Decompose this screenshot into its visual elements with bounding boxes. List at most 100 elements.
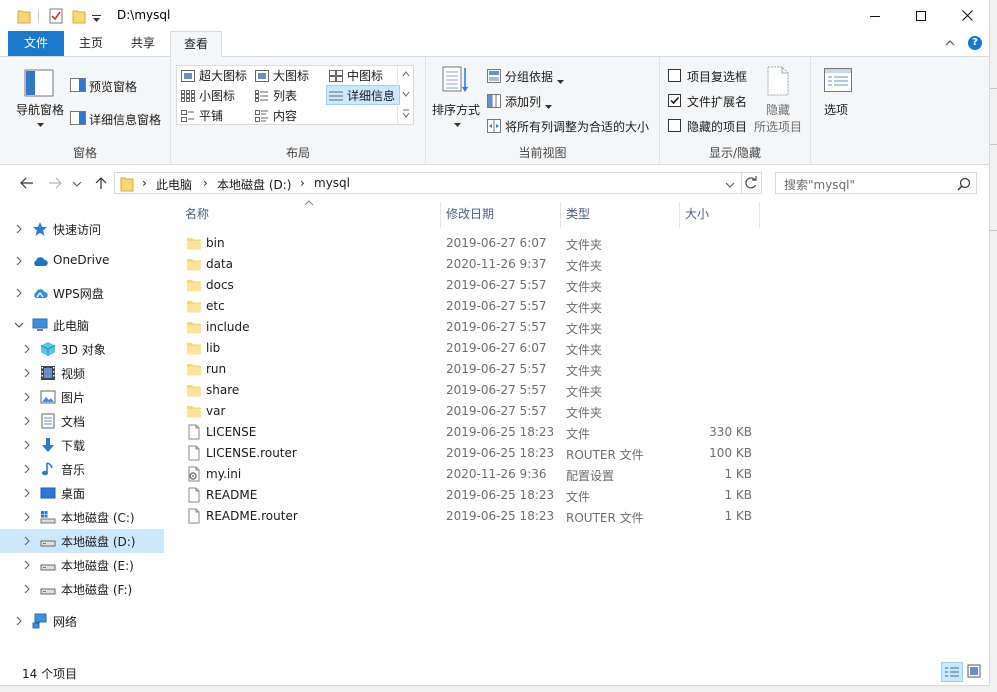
breadcrumb-separator-icon[interactable]: › <box>203 176 208 190</box>
table-row[interactable]: file-iconLICENSE2019-06-25 18:23文件330 KB <box>182 422 762 443</box>
table-row[interactable]: folder-iconinclude2019-06-27 5:57文件夹 <box>182 317 762 338</box>
layout-gallery-scroll[interactable] <box>397 66 413 124</box>
properties-icon[interactable] <box>49 8 63 24</box>
column-header-type[interactable]: 类型 <box>566 206 676 228</box>
address-bar[interactable]: › 此电脑 › 本地磁盘 (D:) › mysql <box>114 172 742 194</box>
layout-details[interactable]: 详细信息 <box>326 85 400 105</box>
search-icon[interactable] <box>957 177 971 194</box>
table-row[interactable]: folder-iconbin2019-06-27 6:07文件夹 <box>182 233 762 254</box>
back-button[interactable] <box>19 176 35 190</box>
breadcrumb-mysql[interactable]: mysql <box>314 176 350 190</box>
hide-selected-button[interactable]: 隐藏 <box>766 101 790 118</box>
table-row[interactable]: file-iconREADME2019-06-25 18:23文件1 KB <box>182 485 762 506</box>
column-divider[interactable] <box>560 202 561 228</box>
tab-share[interactable]: 共享 <box>118 31 168 56</box>
layout-extra-large-icons[interactable]: 超大图标 <box>179 66 247 86</box>
layout-list[interactable]: 列表 <box>253 86 297 106</box>
collapse-ribbon-chevron-icon[interactable] <box>944 37 956 49</box>
chevron-right-icon[interactable] <box>22 416 32 426</box>
layout-large-icons[interactable]: 大图标 <box>253 66 309 86</box>
breadcrumb-separator-icon[interactable]: › <box>300 176 305 190</box>
table-row[interactable]: folder-iconrun2019-06-27 5:57文件夹 <box>182 359 762 380</box>
chevron-right-icon[interactable] <box>22 344 32 354</box>
group-by-button[interactable]: 分组依据 <box>505 68 553 85</box>
refresh-button[interactable] <box>742 172 762 194</box>
minimize-button[interactable] <box>852 0 898 31</box>
table-row[interactable]: folder-icondocs2019-06-27 5:57文件夹 <box>182 275 762 296</box>
table-row[interactable]: settings-file-iconmy.ini2020-11-26 9:36配… <box>182 464 762 485</box>
chevron-right-icon[interactable] <box>14 256 24 266</box>
nav-item-documents[interactable]: 文档 <box>0 409 164 433</box>
breadcrumb-drive-d[interactable]: 本地磁盘 (D:) <box>217 176 291 193</box>
help-icon[interactable]: ? <box>968 36 982 50</box>
tab-file[interactable]: 文件 <box>8 31 64 56</box>
nav-item-drive-c[interactable]: 本地磁盘 (C:) <box>0 505 164 529</box>
layout-content[interactable]: 内容 <box>253 106 297 126</box>
breadcrumb-this-pc[interactable]: 此电脑 <box>156 176 192 193</box>
nav-item-this-pc[interactable]: 此电脑 <box>0 313 164 337</box>
file-extensions-checkbox[interactable] <box>668 94 681 107</box>
forward-button[interactable] <box>47 176 63 190</box>
options-button[interactable]: 选项 <box>824 101 848 118</box>
hidden-items-checkbox[interactable] <box>668 119 681 132</box>
chevron-right-icon[interactable] <box>14 288 24 298</box>
layout-medium-icons[interactable]: 中图标 <box>327 66 383 86</box>
table-row[interactable]: file-iconLICENSE.router2019-06-25 18:23R… <box>182 443 762 464</box>
layout-tiles[interactable]: 平铺 <box>179 106 223 126</box>
table-row[interactable]: folder-iconshare2019-06-27 5:57文件夹 <box>182 380 762 401</box>
tab-view[interactable]: 查看 <box>170 31 222 57</box>
column-header-size[interactable]: 大小 <box>685 206 755 228</box>
chevron-right-icon[interactable] <box>22 464 32 474</box>
chevron-right-icon[interactable] <box>22 584 32 594</box>
chevron-right-icon[interactable] <box>22 368 32 378</box>
table-row[interactable]: folder-iconetc2019-06-27 5:57文件夹 <box>182 296 762 317</box>
search-box[interactable]: 搜索"mysql" <box>775 172 977 194</box>
large-icons-view-button[interactable] <box>964 662 986 682</box>
nav-item-desktop[interactable]: 桌面 <box>0 481 164 505</box>
nav-item-network[interactable]: 网络 <box>0 609 164 633</box>
chevron-right-icon[interactable] <box>22 536 32 546</box>
new-folder-icon[interactable] <box>72 8 86 24</box>
up-button[interactable] <box>93 176 109 190</box>
chevron-right-icon[interactable] <box>22 512 32 522</box>
details-pane-button[interactable]: 详细信息窗格 <box>89 111 161 128</box>
table-row[interactable]: file-iconREADME.router2019-06-25 18:23RO… <box>182 506 762 527</box>
chevron-right-icon[interactable] <box>14 224 24 234</box>
column-header-name[interactable]: 名称 <box>185 206 435 228</box>
close-button[interactable] <box>944 0 989 31</box>
tab-home[interactable]: 主页 <box>66 31 116 56</box>
recent-locations-button[interactable] <box>72 178 82 192</box>
chevron-right-icon[interactable] <box>22 440 32 450</box>
breadcrumb-separator-icon[interactable]: › <box>142 176 147 190</box>
chevron-right-icon[interactable] <box>22 560 32 570</box>
nav-item-videos[interactable]: 视频 <box>0 361 164 385</box>
nav-item-drive-d[interactable]: 本地磁盘 (D:) <box>0 529 164 553</box>
fit-columns-button[interactable]: 将所有列调整为合适的大小 <box>505 118 649 135</box>
chevron-down-icon[interactable] <box>14 320 24 330</box>
address-history-chevron-icon[interactable] <box>725 179 735 193</box>
customize-qat-chevron-icon[interactable] <box>92 12 101 28</box>
table-row[interactable]: folder-icondata2020-11-26 9:37文件夹 <box>182 254 762 275</box>
nav-item-music[interactable]: 音乐 <box>0 457 164 481</box>
add-column-button[interactable]: 添加列 <box>505 93 541 110</box>
nav-item-3d-objects[interactable]: 3D 对象 <box>0 337 164 361</box>
item-checkboxes-checkbox[interactable] <box>668 69 681 82</box>
nav-item-pictures[interactable]: 图片 <box>0 385 164 409</box>
nav-item-wps[interactable]: WPS网盘 <box>0 281 164 305</box>
column-divider[interactable] <box>679 202 680 228</box>
details-view-button[interactable] <box>941 662 963 682</box>
layout-small-icons[interactable]: 小图标 <box>179 86 235 106</box>
preview-pane-button[interactable]: 预览窗格 <box>89 78 137 95</box>
column-divider[interactable] <box>440 202 441 228</box>
chevron-right-icon[interactable] <box>22 488 32 498</box>
sort-by-button[interactable]: 排序方式 <box>432 101 480 118</box>
chevron-right-icon[interactable] <box>14 616 24 626</box>
navigation-pane-button[interactable]: 导航窗格 <box>16 101 64 118</box>
nav-item-downloads[interactable]: 下载 <box>0 433 164 457</box>
nav-item-drive-e[interactable]: 本地磁盘 (E:) <box>0 553 164 577</box>
chevron-right-icon[interactable] <box>22 392 32 402</box>
column-divider[interactable] <box>759 202 760 228</box>
nav-item-onedrive[interactable]: OneDrive <box>0 249 164 273</box>
column-header-date[interactable]: 修改日期 <box>446 206 556 228</box>
table-row[interactable]: folder-iconvar2019-06-27 5:57文件夹 <box>182 401 762 422</box>
